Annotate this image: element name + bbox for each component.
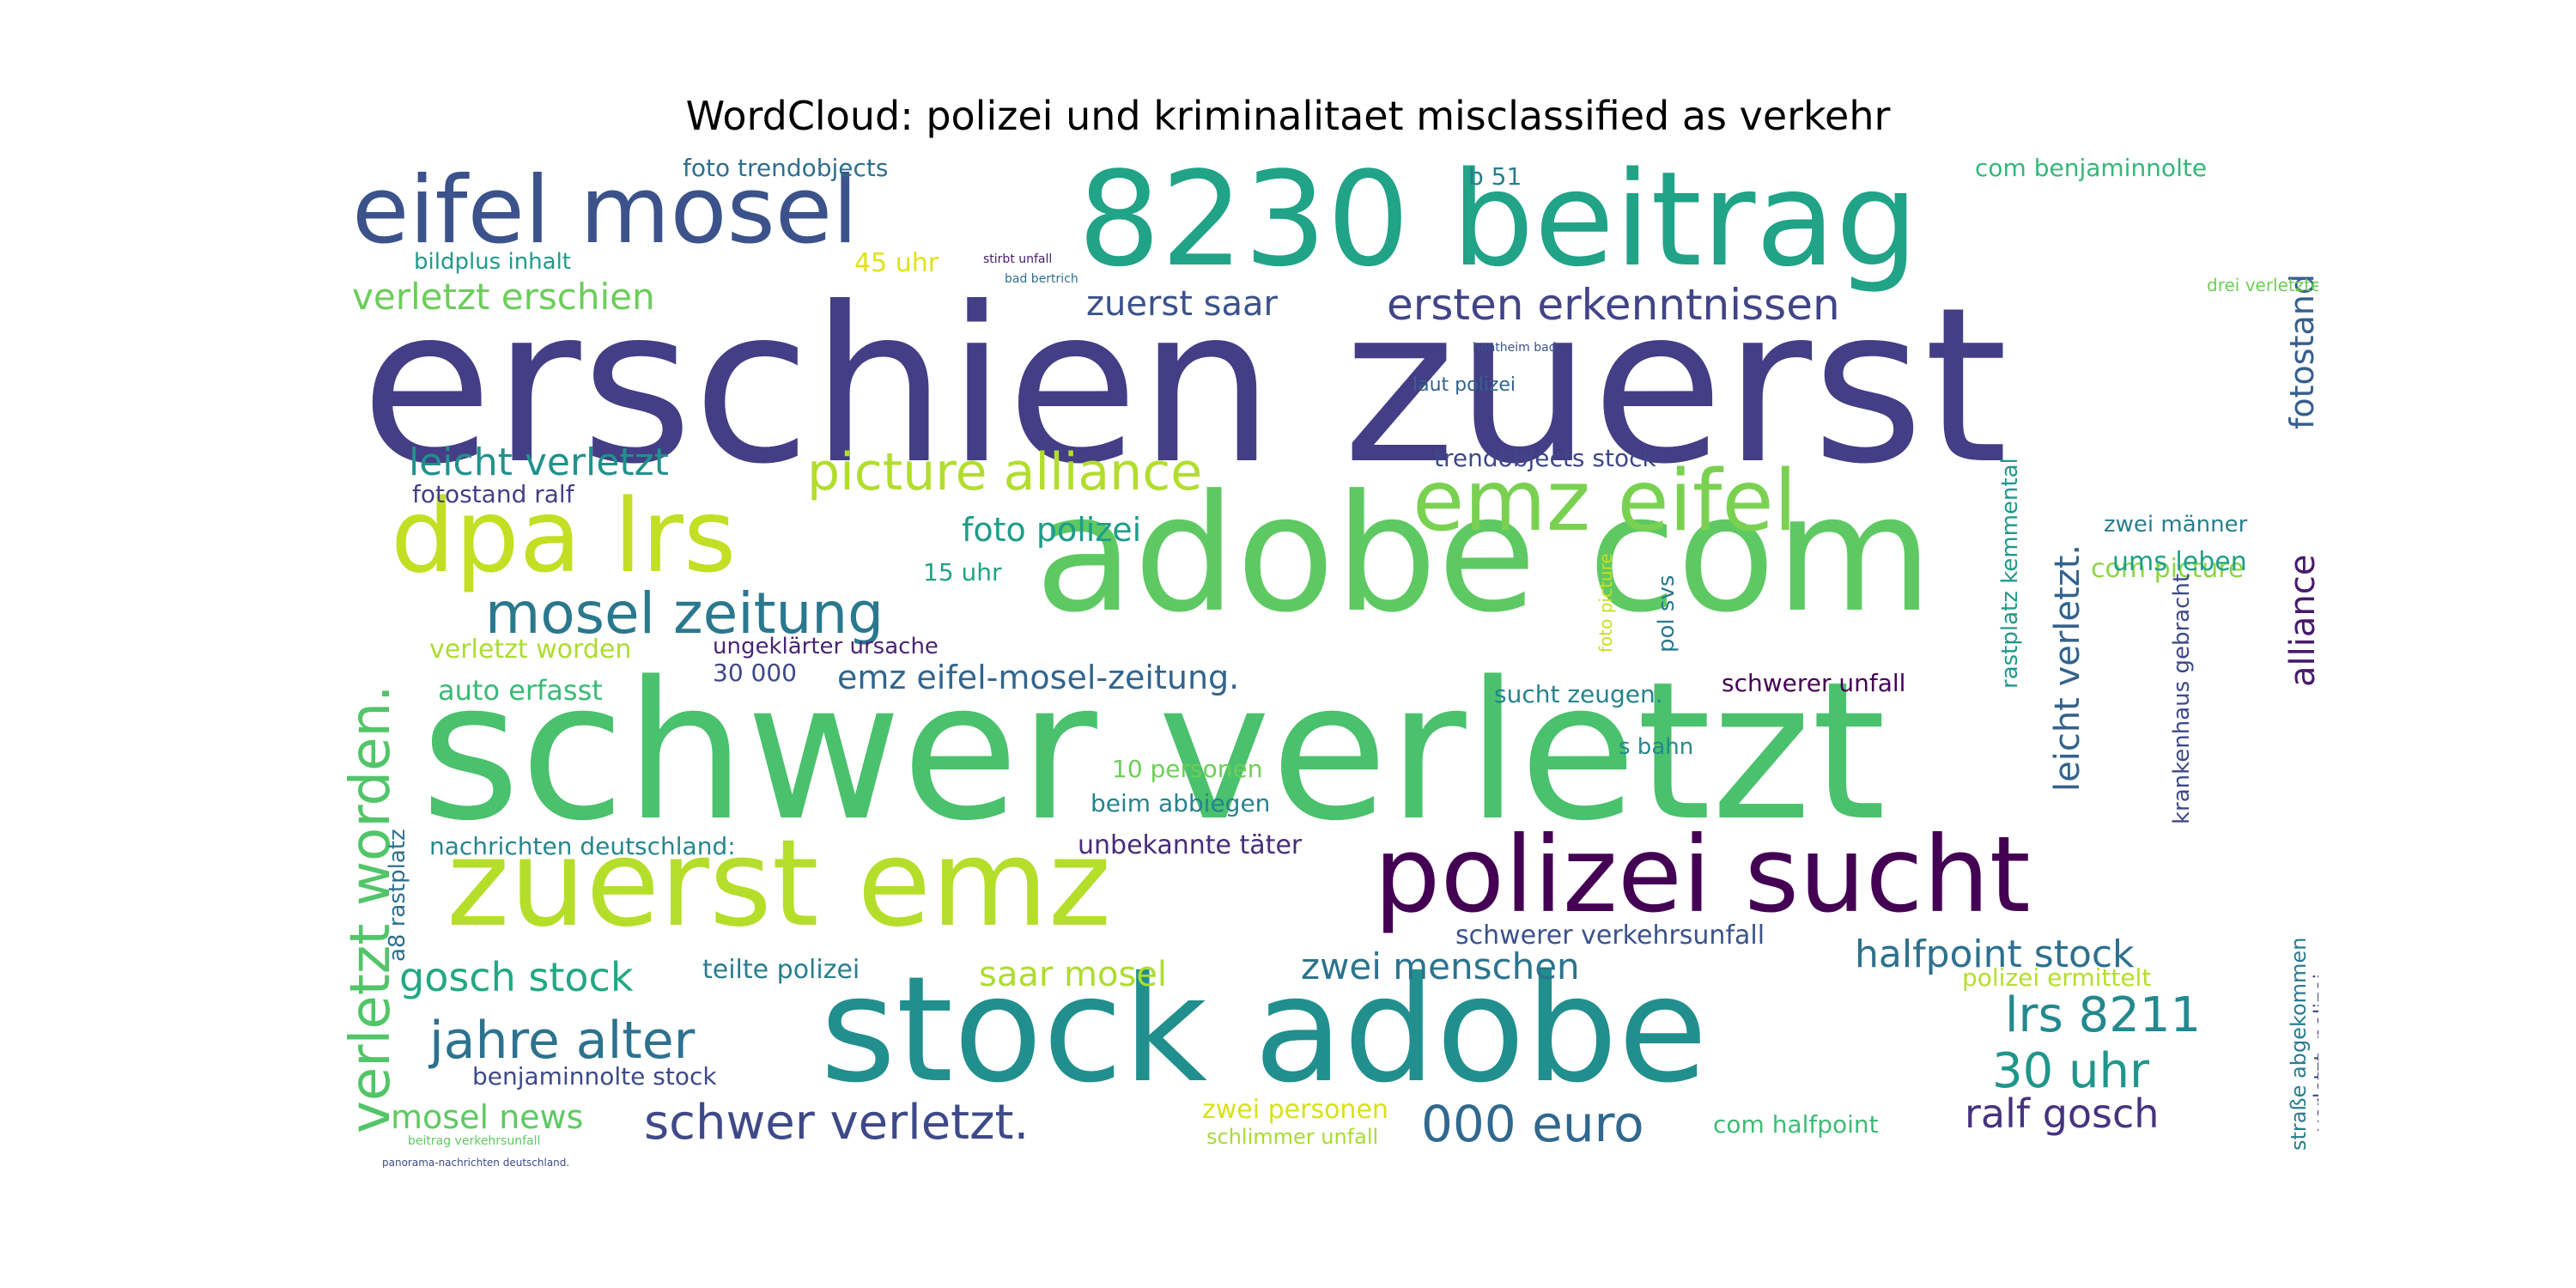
word-cloud-term: benjaminnolte stock: [472, 1062, 717, 1091]
word-cloud-term: unbekannte täter: [1078, 830, 1303, 860]
word-cloud-term: gosch stock: [399, 954, 634, 1000]
word-cloud-term: alliance: [2283, 554, 2318, 687]
word-cloud-term: schwer verletzt.: [644, 1095, 1030, 1151]
word-cloud-term: jahre alter: [429, 1011, 696, 1071]
word-cloud-term: krankenhaus gebracht: [2169, 573, 2195, 824]
word-cloud-term: ums leben: [2112, 547, 2247, 577]
word-cloud-term: beitrag verkehrsunfall: [408, 1134, 541, 1148]
word-cloud-term: stirbt unfall: [983, 252, 1053, 266]
word-cloud-term: schwerer verkehrsunfall: [1455, 920, 1765, 951]
word-cloud-term: trendobjects stock: [1434, 444, 1656, 472]
word-cloud-term: teilte polizei: [702, 955, 860, 985]
word-cloud-term: emz eifel-mosel-zeitung.: [837, 659, 1240, 696]
word-cloud-term: beim abbiegen: [1091, 789, 1271, 817]
word-cloud-term: ungeklärter ursache: [713, 634, 939, 659]
word-cloud-term: saar mosel: [979, 955, 1168, 994]
word-cloud-term: com benjaminnolte: [1975, 154, 2208, 182]
word-cloud-term: auto erfasst: [438, 674, 603, 707]
word-cloud: erschien zuerst schwer verletzt adobe co…: [343, 146, 2318, 1168]
word-cloud-term: 000 euro: [1421, 1095, 1644, 1153]
word-cloud-term: 30 uhr: [1992, 1043, 2150, 1099]
word-cloud-term: schlimmer unfall: [1206, 1125, 1379, 1149]
word-cloud-term: mosel news: [391, 1098, 584, 1136]
word-cloud-term: com halfpoint: [1713, 1110, 1879, 1139]
word-cloud-term: hontheim bad: [1473, 341, 1557, 355]
figure-title: WordCloud: polizei und kriminalitaet mis…: [685, 93, 1891, 139]
word-cloud-term: b 51: [1468, 162, 1522, 191]
word-cloud-term: zuerst saar: [1086, 284, 1278, 324]
word-cloud-term: lrs 8211: [2005, 987, 2202, 1043]
word-cloud-term: s bahn: [1619, 734, 1694, 760]
word-cloud-term: a8 rastplatz: [385, 829, 410, 962]
word-cloud-term: rastplatz kemmental: [1997, 458, 2023, 689]
word-cloud-term: leicht verletzt.: [2048, 544, 2087, 792]
word-cloud-term: zwei personen: [1202, 1095, 1388, 1125]
word-cloud-term: foto trendobjects: [683, 154, 889, 182]
word-cloud-term: 15 uhr: [923, 558, 1002, 586]
word-cloud-term: fotostand: [2283, 274, 2318, 429]
word-cloud-term: polizei ermittelt: [1962, 963, 2152, 992]
word-cloud-term: ralf gosch: [1965, 1091, 2160, 1137]
word-cloud-term: polizei sucht: [1374, 814, 2031, 936]
word-cloud-term: drei verletzte: [2207, 275, 2318, 295]
word-cloud-term: foto polizei: [962, 511, 1142, 549]
word-cloud-term: 30 000: [713, 659, 797, 687]
word-cloud-term: verletzt erschien: [352, 276, 655, 318]
word-cloud-term: pol svs: [1654, 574, 1680, 653]
word-cloud-term: zwei männer: [2104, 512, 2248, 538]
word-cloud-term: verletzt. polizei: [2310, 973, 2318, 1132]
word-cloud-term: bad bertrich: [1005, 272, 1078, 286]
word-cloud-term: ersten erkenntnissen: [1387, 280, 1840, 330]
word-cloud-term: laut polizei: [1413, 374, 1516, 396]
word-cloud-term: fotostand ralf: [412, 480, 574, 508]
word-cloud-term: 10 personen: [1112, 755, 1263, 783]
word-cloud-term: nachrichten deutschland:: [429, 832, 736, 860]
word-cloud-term: verletzt worden: [429, 635, 632, 665]
word-cloud-term: sucht zeugen.: [1494, 680, 1663, 708]
word-cloud-term: zwei menschen: [1301, 945, 1580, 987]
word-cloud-term: 45 uhr: [854, 248, 939, 278]
word-cloud-term: panorama-nachrichten deutschland.: [382, 1157, 570, 1168]
word-cloud-term: foto picture: [1595, 553, 1616, 653]
word-cloud-term: schwerer unfall: [1722, 669, 1906, 697]
word-cloud-term: bildplus inhalt: [414, 249, 572, 275]
word-cloud-term: straße abgekommen: [2287, 937, 2311, 1151]
word-cloud-term: picture alliance: [807, 442, 1203, 502]
word-cloud-term: leicht verletzt: [409, 440, 669, 484]
